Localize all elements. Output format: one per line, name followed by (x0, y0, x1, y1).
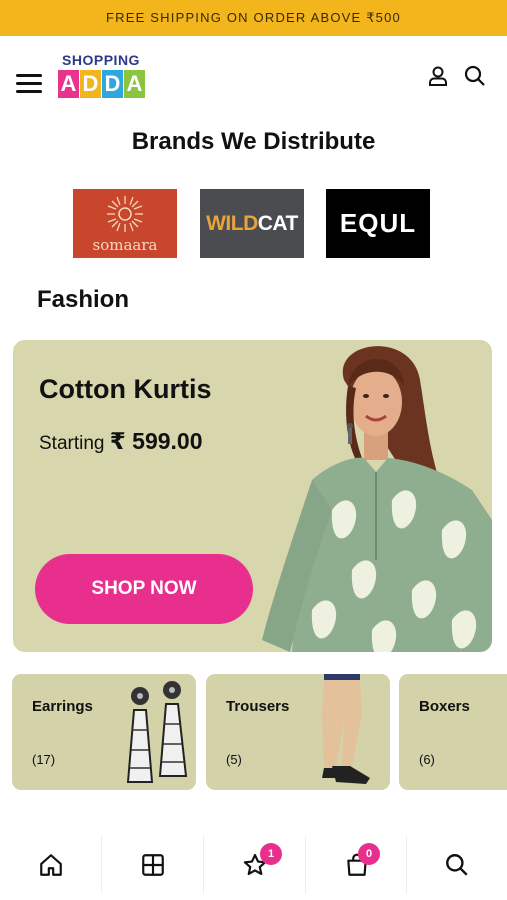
wishlist-badge: 1 (260, 843, 282, 865)
brand-somaara[interactable]: somaara (73, 189, 177, 258)
nav-home[interactable] (0, 830, 101, 900)
nav-categories[interactable] (102, 830, 203, 900)
category-count: (6) (419, 752, 435, 767)
earrings-image (126, 681, 188, 783)
category-count: (17) (32, 752, 56, 767)
logo-tile: D (80, 70, 101, 98)
category-name: Earrings (32, 698, 93, 715)
hero-price-prefix: Starting (39, 433, 105, 454)
brand-wildcat-wild: WILD (206, 211, 258, 235)
menu-icon[interactable] (16, 74, 42, 96)
category-name: Boxers (419, 698, 470, 715)
logo-tile: A (58, 70, 79, 98)
category-count: (5) (226, 752, 242, 767)
somaara-sun-icon (107, 195, 143, 232)
header: SHOPPING A D D A (0, 36, 507, 126)
logo-tile: A (124, 70, 145, 98)
brands-title: Brands We Distribute (131, 128, 376, 155)
user-icon[interactable] (426, 64, 450, 88)
nav-cart[interactable]: 0 (306, 830, 407, 900)
trousers-image (322, 674, 370, 784)
home-icon (39, 854, 62, 876)
promo-banner: FREE SHIPPING ON ORDER ABOVE ₹500 (0, 0, 507, 36)
nav-search[interactable] (407, 830, 507, 900)
logo-wordmark: SHOPPING (62, 52, 140, 68)
category-card-trousers[interactable]: Trousers (5) (206, 674, 390, 790)
cart-badge: 0 (358, 843, 380, 865)
category-card-boxers[interactable]: Boxers (6) (399, 674, 507, 790)
hero-banner[interactable]: Cotton Kurtis Starting ₹ 599.00 SHOP NOW (13, 340, 492, 652)
brand-equl-label: EQUL (339, 208, 417, 238)
promo-text: FREE SHIPPING ON ORDER ABOVE ₹500 (106, 10, 401, 25)
hero-price-value: ₹ 599.00 (109, 428, 203, 454)
brand-wildcat-label: WILDCAT (206, 212, 298, 236)
search-icon (446, 854, 468, 876)
brand-wildcat-cat: CAT (257, 211, 299, 235)
hero-title: Cotton Kurtis (39, 374, 212, 404)
logo[interactable]: SHOPPING A D D A (58, 52, 148, 104)
nav-wishlist[interactable]: 1 (204, 830, 305, 900)
fashion-section-title: Fashion (37, 286, 130, 313)
category-name: Trousers (226, 698, 290, 715)
bottom-nav: 1 0 (0, 830, 507, 900)
hero-price: Starting ₹ 599.00 (39, 428, 203, 455)
model-kurti-image (262, 346, 492, 652)
grid-icon (141, 854, 164, 876)
category-card-earrings[interactable]: Earrings (17) (12, 674, 196, 790)
brand-wildcat[interactable]: WILDCAT (200, 189, 304, 258)
logo-tiles: A D D A (58, 70, 148, 98)
brand-somaara-label: somaara (92, 235, 158, 254)
shop-now-button[interactable]: SHOP NOW (35, 554, 253, 624)
search-icon[interactable] (463, 64, 487, 88)
logo-tile: D (102, 70, 123, 98)
brand-equl[interactable]: EQUL (326, 189, 430, 258)
